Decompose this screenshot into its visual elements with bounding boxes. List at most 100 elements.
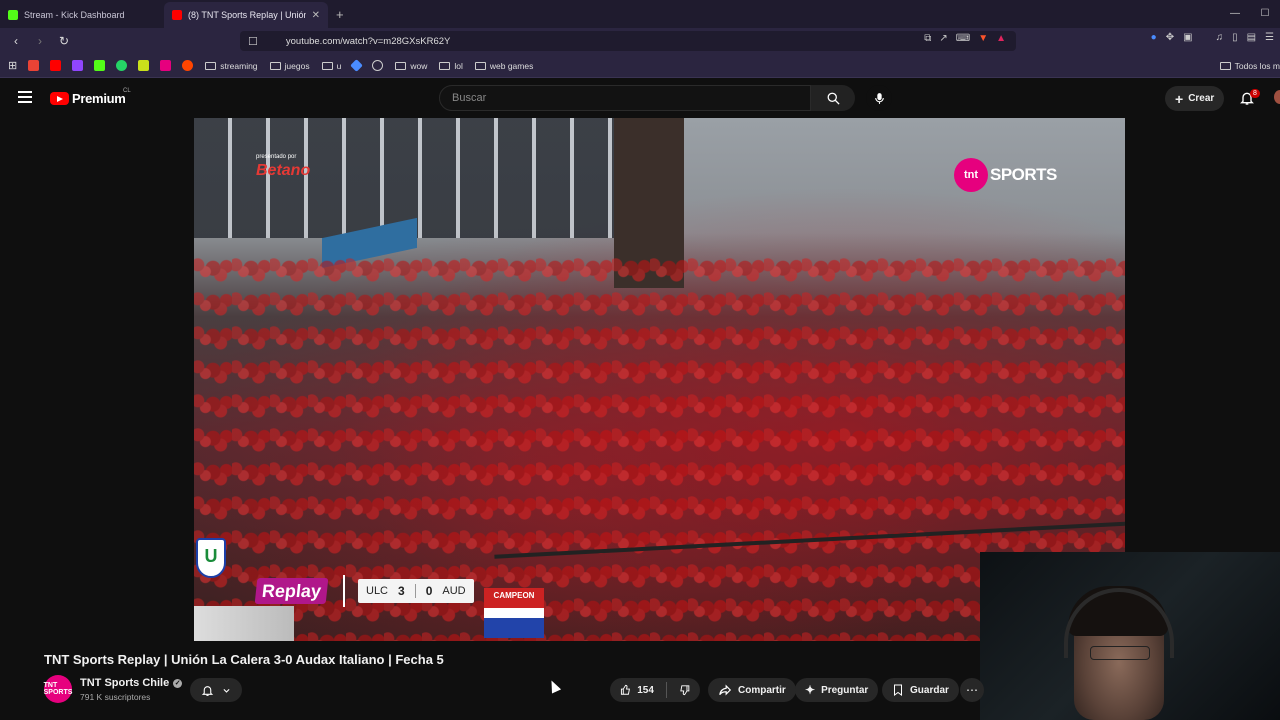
bookmarks-bar: ⊞ streaming juegos u wow lol web games T… xyxy=(0,54,1280,78)
country-code: CL xyxy=(123,88,131,94)
browser-tab-strip: Stream - Kick Dashboard (8) TNT Sports R… xyxy=(0,0,1280,28)
account-avatar[interactable] xyxy=(1274,90,1280,104)
bookmark-label: Todos los m xyxy=(1234,60,1280,71)
bookmark-label: streaming xyxy=(220,60,258,71)
extension-icons: ● ✥ ▣ ♫ ▯ ▤ ☰ xyxy=(1151,32,1274,43)
search-button[interactable] xyxy=(811,85,855,111)
youtube-brand[interactable]: Premium xyxy=(72,91,126,106)
like-divider xyxy=(665,682,667,698)
like-icon[interactable] xyxy=(620,683,631,697)
tab-kick-dashboard[interactable]: Stream - Kick Dashboard xyxy=(0,2,164,28)
whatsapp-icon[interactable] xyxy=(116,60,128,71)
reddit-icon[interactable] xyxy=(182,60,194,71)
maximize-icon[interactable]: ☐ xyxy=(1250,0,1280,26)
channel-name[interactable]: TNT Sports Chile ✓ xyxy=(80,677,183,689)
like-dislike-group: 154 xyxy=(610,678,700,702)
extension-blue-icon[interactable]: ● xyxy=(1151,32,1157,43)
home-team: ULC xyxy=(366,585,389,597)
bookmark-folder-streaming[interactable]: streaming xyxy=(205,60,258,71)
save-label: Guardar xyxy=(910,684,949,696)
close-tab-icon[interactable]: ✕ xyxy=(312,10,320,21)
media-icon[interactable]: ♫ xyxy=(1216,32,1224,43)
address-bar[interactable]: ☐ youtube.com/watch?v=m28GXsKR62Y ⧉ ↗ ⌨ … xyxy=(240,31,1016,51)
webcam-overlay xyxy=(980,552,1280,720)
create-button[interactable]: + Crear xyxy=(1165,86,1225,111)
extensions-puzzle-icon[interactable]: ✥ xyxy=(1166,32,1174,43)
bell-icon xyxy=(201,685,214,696)
reload-icon[interactable]: ↻ xyxy=(54,31,74,51)
forward-icon[interactable]: › xyxy=(30,31,50,51)
brave-rewards-icon[interactable]: ▲ xyxy=(996,33,1006,44)
brave-shield-icon[interactable]: ▼ xyxy=(978,33,988,44)
bookmark-folder-u[interactable]: u xyxy=(321,61,341,71)
kick-icon[interactable] xyxy=(94,60,106,71)
globe-icon[interactable] xyxy=(372,60,384,71)
apps-grid-icon[interactable]: ⊞ xyxy=(8,59,17,72)
notification-count-badge: 8 xyxy=(1250,89,1260,98)
scoreboard: ULC 3 0 AUD xyxy=(358,579,474,603)
zeta-icon[interactable] xyxy=(138,60,150,71)
gmail-icon[interactable] xyxy=(28,60,40,71)
folder-icon xyxy=(205,61,217,70)
browser-toolbar: ‹ › ↻ ☐ youtube.com/watch?v=m28GXsKR62Y … xyxy=(0,28,1280,54)
open-external-icon[interactable]: ⧉ xyxy=(924,33,931,44)
tnt-circle-mark: tnt xyxy=(954,158,988,192)
create-label: Crear xyxy=(1188,93,1215,104)
url-text: youtube.com/watch?v=m28GXsKR62Y xyxy=(285,35,451,47)
subscription-bell-button[interactable] xyxy=(190,678,242,702)
chevron-down-icon xyxy=(223,688,230,693)
youtube-icon[interactable] xyxy=(50,60,62,71)
tab-youtube-video[interactable]: (8) TNT Sports Replay | Unión La Calera … xyxy=(164,2,328,28)
pink-app-icon[interactable] xyxy=(160,60,172,71)
subscriber-count: 791 K suscriptores xyxy=(80,692,151,702)
search-input[interactable]: Buscar xyxy=(439,85,811,111)
folder-icon xyxy=(395,61,407,70)
back-icon[interactable]: ‹ xyxy=(6,31,26,51)
gemini-icon[interactable] xyxy=(350,59,364,72)
away-team: AUD xyxy=(442,585,466,597)
save-button[interactable]: Guardar xyxy=(882,678,959,702)
channel-name-text: TNT Sports Chile xyxy=(80,677,170,689)
kick-favicon-icon xyxy=(8,10,18,20)
dislike-icon[interactable] xyxy=(679,683,690,697)
screenshot-icon[interactable]: ▣ xyxy=(1183,32,1192,43)
sponsor-logo: Betano xyxy=(256,162,311,179)
ask-label: Preguntar xyxy=(821,684,869,696)
tnt-sports-logo: tnt SPORTS xyxy=(954,158,1057,192)
like-count[interactable]: 154 xyxy=(637,685,654,696)
youtube-favicon-icon xyxy=(172,10,182,20)
voice-search-button[interactable] xyxy=(866,85,892,111)
translate-icon[interactable]: ⌨ xyxy=(956,33,970,44)
share-arrow-icon xyxy=(719,684,732,696)
verified-icon: ✓ xyxy=(173,678,183,688)
search-icon xyxy=(827,92,840,105)
folder-icon xyxy=(1219,61,1231,70)
bookmark-folder-wow[interactable]: wow xyxy=(395,61,427,71)
plus-icon: + xyxy=(1175,90,1184,107)
bookmark-label: web games xyxy=(489,60,534,71)
twitch-icon[interactable] xyxy=(72,60,84,71)
channel-avatar[interactable]: TNT SPORTS xyxy=(44,675,72,703)
minimize-icon[interactable]: — xyxy=(1220,0,1250,26)
away-score: 0 xyxy=(425,584,433,598)
all-bookmarks-folder[interactable]: Todos los m xyxy=(1219,60,1280,71)
bookmark-label: lol xyxy=(454,60,463,71)
share-button[interactable]: Compartir xyxy=(708,678,796,702)
bookmark-folder-web-games[interactable]: web games xyxy=(474,60,534,71)
more-actions-button[interactable]: ⋯ xyxy=(960,678,984,702)
folder-icon xyxy=(439,61,451,70)
youtube-logo-icon[interactable] xyxy=(50,92,69,105)
bookmark-folder-juegos[interactable]: juegos xyxy=(269,61,310,71)
union-la-calera-crest-icon: U xyxy=(196,538,226,578)
hamburger-menu-icon[interactable] xyxy=(18,91,32,103)
sidebar-icon[interactable]: ▯ xyxy=(1232,32,1238,43)
share-icon[interactable]: ↗ xyxy=(939,33,947,44)
new-tab-button[interactable]: + xyxy=(328,7,352,28)
menu-icon[interactable]: ☰ xyxy=(1265,32,1274,43)
ask-button[interactable]: ✦ Preguntar xyxy=(795,678,879,702)
fan-banner: CAMPEON xyxy=(484,588,544,638)
bookmark-folder-lol[interactable]: lol xyxy=(439,61,463,71)
share-label: Compartir xyxy=(738,684,786,696)
wallet-icon[interactable]: ▤ xyxy=(1247,32,1256,43)
bookmark-star-icon[interactable]: ☐ xyxy=(248,35,258,48)
